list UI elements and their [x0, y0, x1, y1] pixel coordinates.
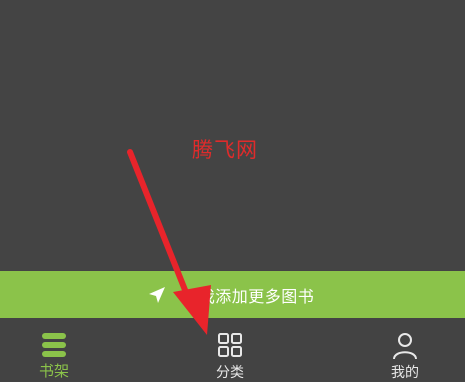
nav-item-categories[interactable]: 分类: [190, 318, 270, 381]
add-more-books-button[interactable]: 我添加更多图书: [0, 271, 465, 318]
bookshelf-icon: [40, 333, 68, 357]
nav-item-mine[interactable]: 我的: [365, 318, 445, 381]
watermark-text: 腾飞网: [192, 138, 258, 162]
user-icon: [393, 333, 417, 360]
nav-label-bookshelf: 书架: [38, 362, 69, 380]
grid-icon: [218, 333, 242, 357]
nav-item-bookshelf[interactable]: 书架: [14, 318, 94, 381]
bottom-navigation: 书架 分类 我的: [0, 318, 465, 381]
nav-label-mine: 我的: [391, 365, 419, 381]
nav-label-categories: 分类: [216, 365, 244, 381]
add-more-books-label: 我添加更多图书: [198, 286, 315, 306]
navigation-arrow-icon: [148, 286, 165, 303]
